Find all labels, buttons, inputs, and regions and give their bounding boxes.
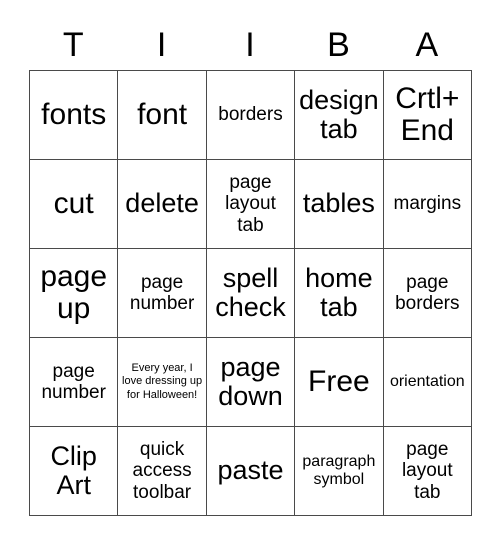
bingo-cell-label: home tab (305, 262, 373, 322)
bingo-cell-label: tables (302, 188, 375, 219)
bingo-cell[interactable]: design tab (295, 71, 384, 160)
bingo-cell-label: orientation (389, 372, 465, 390)
bingo-header-letter-1: I (156, 26, 167, 64)
bingo-cell-label: page layout tab (225, 172, 276, 236)
bingo-header-letter-0: T (62, 26, 84, 64)
bingo-cell-label: page number (129, 271, 195, 314)
bingo-cell-label: page up (40, 259, 108, 325)
bingo-cell[interactable]: page borders (383, 249, 472, 338)
bingo-cell[interactable]: fonts (30, 71, 119, 160)
bingo-cell[interactable]: orientation (383, 338, 472, 427)
bingo-cell[interactable]: quick access toolbar (118, 427, 207, 516)
bingo-cell[interactable]: page number (118, 249, 207, 338)
bingo-cell[interactable]: spell check (206, 249, 296, 338)
bingo-card: T I I B A fonts font borders design tab Crtl… (29, 20, 472, 516)
bingo-header-letter-2: I (245, 26, 255, 64)
bingo-cell-label: borders (218, 104, 283, 126)
bingo-cell-label: fonts (41, 97, 107, 131)
bingo-cell[interactable]: page layout tab (206, 160, 296, 249)
bingo-cell-label: design tab (299, 84, 379, 144)
bingo-cell[interactable]: page layout tab (383, 427, 472, 516)
bingo-cell-label: Every year, I love dressing up for Hallo… (122, 361, 203, 401)
bingo-cell-label: page layout tab (401, 439, 453, 503)
bingo-cell[interactable]: tables (295, 160, 384, 249)
bingo-cell[interactable]: Every year, I love dressing up for Hallo… (118, 338, 207, 427)
bingo-cell-label: cut (53, 186, 94, 220)
bingo-cell[interactable]: Free (295, 338, 384, 427)
bingo-cell-label: Free (308, 364, 370, 398)
bingo-header-letter-3: B (327, 26, 350, 64)
bingo-cell-label: page number (41, 360, 106, 403)
bingo-cell[interactable]: margins (383, 160, 472, 249)
bingo-cell[interactable]: page up (30, 249, 119, 338)
bingo-cell[interactable]: Crtl+ End (383, 71, 472, 160)
bingo-cell[interactable]: paste (206, 427, 296, 516)
bingo-cell[interactable]: font (118, 71, 207, 160)
bingo-cell[interactable]: borders (206, 71, 296, 160)
bingo-header-letter-4: A (415, 26, 439, 64)
bingo-cell[interactable]: paragraph symbol (295, 427, 384, 516)
bingo-cell-label: font (137, 97, 188, 131)
bingo-cell[interactable]: cut (30, 160, 119, 249)
bingo-cell[interactable]: page down (206, 338, 296, 427)
bingo-cell-label: Clip Art (50, 440, 97, 500)
bingo-cell[interactable]: home tab (295, 249, 384, 338)
bingo-cell-label: spell check (215, 262, 286, 322)
bingo-cell-label: page borders (395, 271, 460, 314)
bingo-cell[interactable]: page number (30, 338, 119, 427)
bingo-cell-label: paste (217, 455, 284, 486)
bingo-cell-label: page down (218, 351, 283, 411)
bingo-cell[interactable]: Clip Art (30, 427, 119, 516)
bingo-cell-label: paragraph symbol (302, 452, 376, 488)
bingo-grid: fonts font borders design tab Crtl+ End cut de… (29, 70, 472, 516)
bingo-header-row: T I I B A (29, 20, 471, 70)
bingo-cell-label: delete (125, 188, 199, 219)
bingo-cell-label: Crtl+ End (395, 81, 460, 147)
bingo-cell[interactable]: delete (118, 160, 207, 249)
bingo-cell-label: quick access toolbar (132, 439, 192, 503)
bingo-cell-label: margins (393, 193, 462, 215)
